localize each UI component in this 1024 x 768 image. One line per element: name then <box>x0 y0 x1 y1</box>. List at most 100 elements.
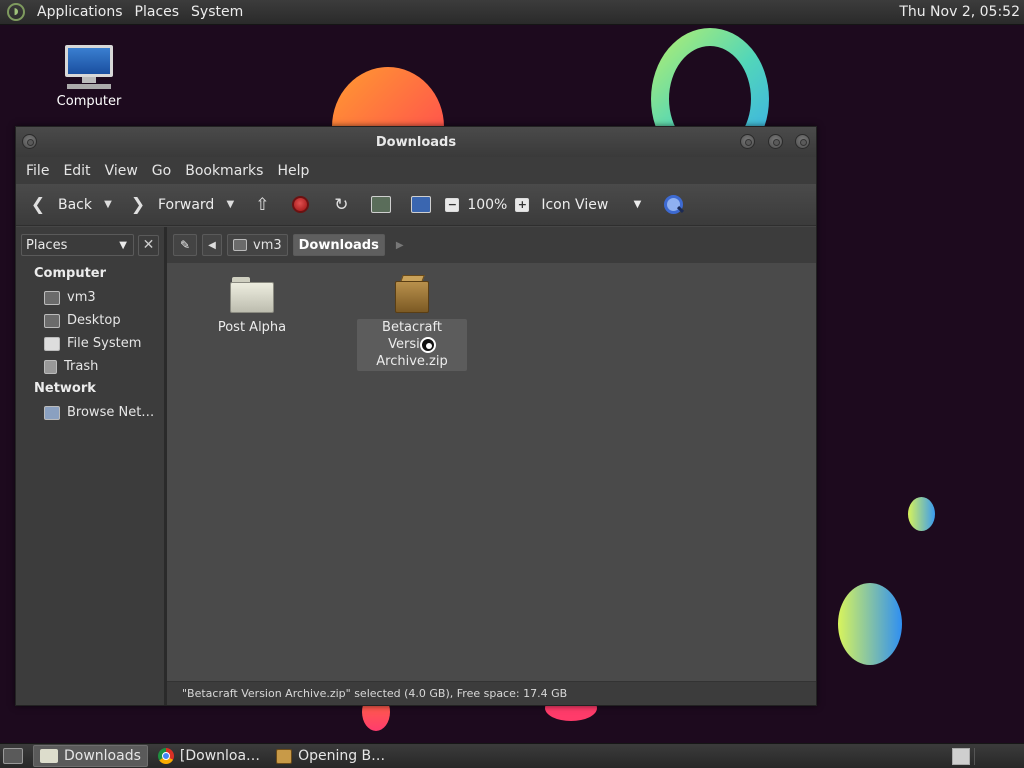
sidebar-group-computer: Computer <box>34 266 107 281</box>
file-view-area[interactable]: ✎ ◀ vm3 Downloads ▶ Post Alpha Betacraft… <box>167 227 816 705</box>
status-bar: "Betacraft Version Archive.zip" selected… <box>167 681 816 705</box>
sidebar-type-label: Places <box>26 237 68 253</box>
window-body: Places ▼ ✕ Computer vm3 Desktop File Sys… <box>16 227 816 705</box>
sidebar-item-label: Trash <box>64 359 99 374</box>
menu-bookmarks[interactable]: Bookmarks <box>178 163 270 179</box>
breadcrumb-downloads[interactable]: Downloads <box>292 234 385 256</box>
close-icon: ✕ <box>142 237 155 253</box>
back-history-dropdown[interactable]: ▼ <box>100 199 116 210</box>
show-desktop-button[interactable] <box>3 748 23 764</box>
search-icon <box>663 194 684 215</box>
wallpaper-shape <box>838 583 902 665</box>
arrow-right-icon: ❯ <box>130 194 146 215</box>
archive-icon <box>276 748 293 764</box>
sidebar-item-label: Desktop <box>67 313 121 328</box>
pencil-icon: ✎ <box>179 238 191 252</box>
menu-view[interactable]: View <box>98 163 145 179</box>
computer-button[interactable] <box>411 190 432 220</box>
chevron-down-icon: ▼ <box>119 239 127 251</box>
stop-button[interactable] <box>292 190 310 220</box>
search-button[interactable] <box>663 190 684 220</box>
sidebar-close-button[interactable]: ✕ <box>138 234 159 256</box>
folder-icon <box>40 749 58 763</box>
view-mode-label: Icon View <box>541 196 609 213</box>
menu-help[interactable]: Help <box>270 163 316 179</box>
sidebar-item-vm3[interactable]: vm3 <box>16 286 164 309</box>
window-titlebar[interactable]: Downloads <box>16 127 816 157</box>
sidebar-item-trash[interactable]: Trash <box>16 355 164 378</box>
distro-logo-icon[interactable]: ◗ <box>7 3 25 21</box>
stop-icon <box>292 196 310 213</box>
back-label: Back <box>58 196 92 213</box>
file-manager-window: Downloads File Edit View Go Bookmarks He… <box>15 126 817 706</box>
trash-icon <box>44 359 57 374</box>
workspace-1[interactable] <box>952 747 970 765</box>
sidebar-item-label: File System <box>67 336 142 351</box>
sidebar-type-select[interactable]: Places ▼ <box>21 234 134 256</box>
taskbar-item-downloads[interactable]: Downloads <box>33 745 148 767</box>
computer-icon <box>411 196 432 213</box>
zoom-out-button[interactable]: − <box>445 190 460 220</box>
menu-edit[interactable]: Edit <box>56 163 97 179</box>
window-title: Downloads <box>375 134 457 150</box>
archive-icon <box>395 275 429 313</box>
forward-label: Forward <box>158 196 215 213</box>
network-icon <box>44 405 60 420</box>
reload-button[interactable]: ↻ <box>329 190 353 220</box>
path-bar: ✎ ◀ vm3 Downloads ▶ <box>167 227 816 263</box>
menu-file[interactable]: File <box>19 163 56 179</box>
menu-go[interactable]: Go <box>145 163 178 179</box>
close-button[interactable] <box>795 134 810 149</box>
sidebar-item-file-system[interactable]: File System <box>16 332 164 355</box>
places-menu[interactable]: Places <box>129 4 186 20</box>
zoom-in-button[interactable]: + <box>515 190 530 220</box>
up-button[interactable]: ⇧ <box>250 190 274 220</box>
zoom-out-icon: − <box>445 197 460 212</box>
file-name: Post Alpha <box>217 320 287 335</box>
sidebar: Places ▼ ✕ Computer vm3 Desktop File Sys… <box>16 227 167 705</box>
home-folder-icon <box>233 239 247 251</box>
bottom-panel: Downloads [Downloa… Opening B… <box>0 743 1024 768</box>
breadcrumb-label: Downloads <box>298 237 379 253</box>
window-menu-button[interactable] <box>22 134 37 149</box>
desktop-icon-computer[interactable]: Computer <box>50 45 128 109</box>
panel-clock[interactable]: Thu Nov 2, 05:52 <box>899 4 1020 20</box>
folder-icon <box>230 275 274 313</box>
back-button[interactable]: ❮ Back <box>26 190 92 220</box>
forward-history-dropdown[interactable]: ▼ <box>222 199 238 210</box>
sidebar-header: Places ▼ ✕ <box>16 227 164 263</box>
drive-icon <box>44 336 60 351</box>
sidebar-item-label: Browse Net… <box>67 405 155 420</box>
home-button[interactable] <box>371 190 392 220</box>
chevron-left-icon: ◀ <box>208 239 216 251</box>
chevron-down-icon: ▼ <box>633 199 642 210</box>
path-scroll-right-button[interactable]: ▶ <box>396 240 404 251</box>
taskbar-item-label: Opening B… <box>298 748 386 764</box>
breadcrumb-vm3[interactable]: vm3 <box>227 234 288 256</box>
applications-menu[interactable]: Applications <box>31 4 129 20</box>
top-panel: ◗ Applications Places System Thu Nov 2, … <box>0 0 1024 25</box>
file-item-post-alpha[interactable]: Post Alpha <box>197 275 307 337</box>
toolbar: ❮ Back ▼ ❯ Forward ▼ ⇧ ↻ − 100% + Icon V… <box>16 184 816 226</box>
location-edit-button[interactable]: ✎ <box>173 234 197 256</box>
forward-button[interactable]: ❯ Forward <box>126 190 214 220</box>
arrow-left-icon: ❮ <box>30 194 46 215</box>
file-item-betacraft-zip[interactable]: Betacraft Version Archive.zip <box>357 275 467 371</box>
taskbar-item-chrome[interactable]: [Downloa… <box>152 745 266 767</box>
minimize-button[interactable] <box>740 134 755 149</box>
system-menu[interactable]: System <box>185 4 249 20</box>
sidebar-item-browse-network[interactable]: Browse Net… <box>16 401 164 424</box>
workspace-2[interactable] <box>974 747 1018 765</box>
view-mode-select[interactable]: Icon View ▼ <box>541 190 641 220</box>
home-icon <box>371 196 392 213</box>
path-scroll-left-button[interactable]: ◀ <box>202 234 222 256</box>
zoom-level[interactable]: 100% <box>467 190 507 220</box>
taskbar-item-label: Downloads <box>64 748 141 764</box>
maximize-button[interactable] <box>768 134 783 149</box>
computer-icon <box>50 45 128 89</box>
taskbar-item-opening[interactable]: Opening B… <box>270 745 391 767</box>
menubar: File Edit View Go Bookmarks Help <box>16 157 816 184</box>
busy-cursor-icon <box>420 337 436 353</box>
arrow-up-icon: ⇧ <box>255 194 270 215</box>
sidebar-item-desktop[interactable]: Desktop <box>16 309 164 332</box>
